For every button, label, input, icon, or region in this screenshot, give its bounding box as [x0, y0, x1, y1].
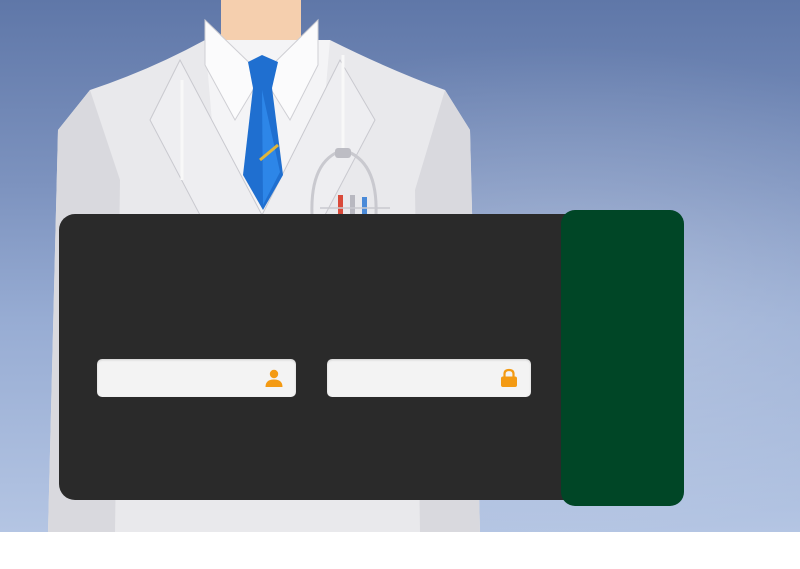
username-input[interactable] — [97, 359, 252, 397]
side-panel — [561, 210, 684, 506]
login-panel — [59, 214, 619, 500]
password-input[interactable] — [327, 359, 487, 397]
bottom-strip — [0, 532, 800, 569]
user-icon — [265, 369, 283, 387]
password-field[interactable] — [327, 359, 531, 397]
username-field[interactable] — [97, 359, 296, 397]
lock-icon — [501, 368, 517, 387]
